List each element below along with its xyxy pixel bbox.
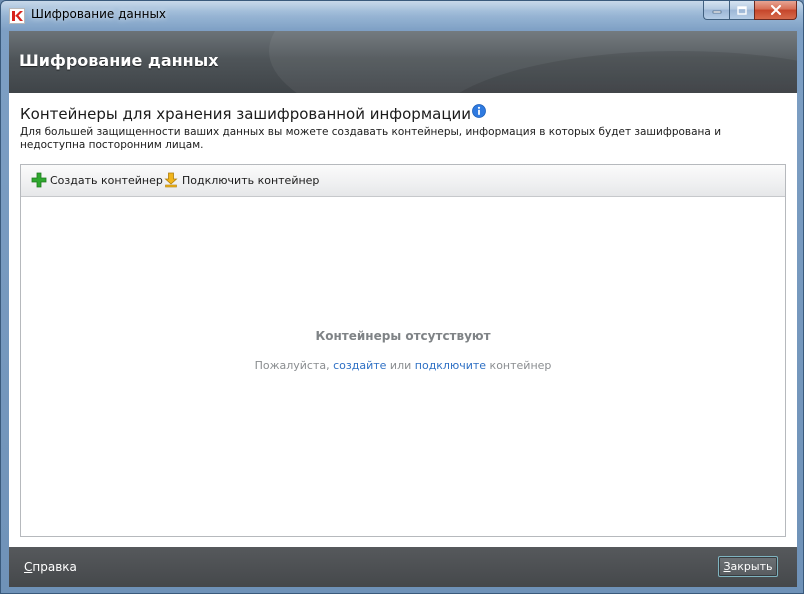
connect-container-button[interactable]: Подключить контейнер — [163, 172, 319, 188]
window-title: Шифрование данных — [31, 7, 167, 21]
hint-prefix: Пожалуйста, — [254, 359, 334, 372]
panel-toolbar: Создать контейнер Подключить контейнер — [21, 165, 785, 197]
connect-link[interactable]: подключите — [415, 359, 486, 372]
info-icon[interactable] — [472, 104, 486, 118]
close-button[interactable]: Закрыть — [718, 556, 778, 577]
create-container-button[interactable]: Создать контейнер — [31, 172, 163, 188]
close-rest: акрыть — [730, 560, 773, 573]
maximize-button[interactable] — [729, 1, 754, 20]
close-icon — [770, 5, 781, 15]
page-title: Шифрование данных — [19, 51, 219, 70]
minimize-button[interactable] — [703, 1, 729, 20]
window-controls — [703, 1, 797, 21]
window-close-button[interactable] — [754, 1, 797, 20]
maximize-icon — [737, 5, 747, 15]
hint-suffix: контейнер — [486, 359, 552, 372]
help-rest: правка — [32, 560, 77, 574]
containers-panel: Создать контейнер Подключить контейнер К… — [20, 164, 786, 537]
empty-state-title: Контейнеры отсутствуют — [315, 329, 491, 343]
title-bar[interactable]: Шифрование данных — [1, 1, 803, 31]
create-link[interactable]: создайте — [333, 359, 386, 372]
close-accel: З — [723, 560, 731, 573]
minimize-icon — [712, 10, 721, 14]
app-window: Шифрование данных Шифрование данных Конт… — [0, 0, 804, 594]
section-description: Для большей защищенности ваших данных вы… — [20, 126, 722, 151]
hint-middle: или — [386, 359, 415, 372]
help-link[interactable]: Справка — [24, 560, 77, 574]
green-plus-icon — [31, 172, 47, 188]
footer-bar: Справка Закрыть — [9, 547, 797, 587]
empty-state-hint: Пожалуйста, создайте или подключите конт… — [21, 359, 785, 372]
connect-container-label: Подключить контейнер — [182, 173, 320, 187]
client-area: Шифрование данных Контейнеры для хранени… — [9, 31, 797, 587]
header-banner: Шифрование данных — [9, 31, 797, 93]
section-title-text: Контейнеры для хранения зашифрованной ин… — [20, 105, 472, 123]
kaspersky-logo-icon — [9, 8, 25, 24]
yellow-down-arrow-icon — [163, 172, 179, 188]
section-title: Контейнеры для хранения зашифрованной ин… — [20, 104, 486, 123]
create-container-label: Создать контейнер — [50, 173, 163, 187]
